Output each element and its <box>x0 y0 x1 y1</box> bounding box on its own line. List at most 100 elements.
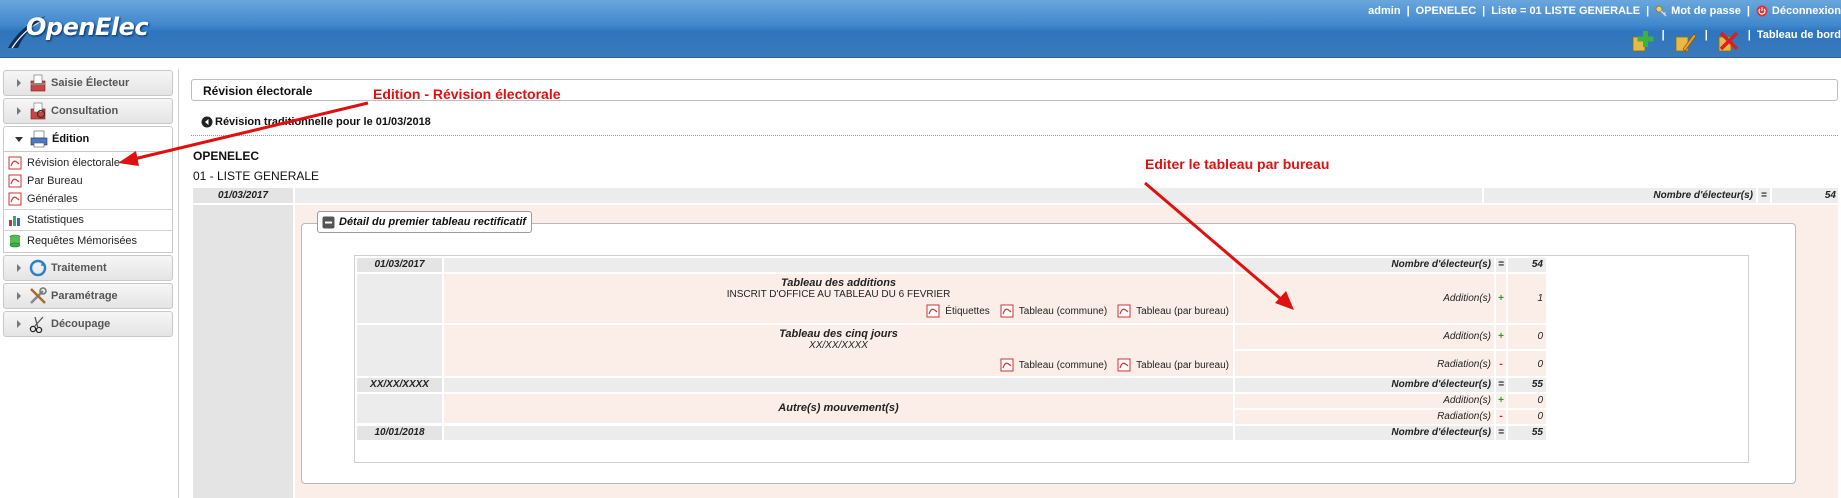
separator: | <box>1646 5 1650 17</box>
menu-traitement[interactable]: Traitement <box>3 255 173 281</box>
collapsed-arrow-icon <box>17 79 21 87</box>
row-value: 55 <box>1508 426 1546 440</box>
row-date: 10/01/2018 <box>357 426 442 440</box>
revision-table: 01/03/2017 Nombre d'électeur(s) = 54 Tab… <box>354 255 1749 463</box>
delete-elector-button[interactable] <box>1714 27 1742 55</box>
link-label: Tableau (par bureau) <box>1136 359 1229 371</box>
submenu-par-bureau[interactable]: Par Bureau <box>4 172 172 190</box>
row-date: 01/03/2017 <box>357 258 442 272</box>
link-label: Tableau (commune) <box>1018 359 1108 371</box>
separator: | <box>1704 29 1708 41</box>
collapse-icon <box>322 216 335 228</box>
tools-icon <box>30 287 47 304</box>
submenu-generales[interactable]: Générales <box>4 190 172 208</box>
pdf-icon <box>8 174 22 188</box>
submenu-label: Requêtes Mémorisées <box>27 235 138 247</box>
logout-link[interactable]: Déconnexion <box>1756 5 1841 17</box>
liste-indicator[interactable]: Liste = 01 LISTE GENERALE <box>1491 5 1640 17</box>
additions-sign: + <box>1496 274 1506 323</box>
menu-edition[interactable]: Édition <box>3 126 173 152</box>
menu-label: Paramétrage <box>51 290 118 302</box>
submenu-divider <box>4 209 172 210</box>
left-column <box>193 205 293 498</box>
fieldset-legend: Détail du premier tableau rectificatif <box>339 216 527 228</box>
submenu-requetes-memorisees[interactable]: Requêtes Mémorisées <box>4 232 172 250</box>
submenu-statistiques[interactable]: Statistiques <box>4 211 172 229</box>
menu-label: Consultation <box>51 105 119 117</box>
summary-row: 01/03/2017 Nombre d'électeur(s) = 54 <box>193 188 1838 203</box>
pdf-icon <box>1117 358 1131 372</box>
link-label: Tableau (par bureau) <box>1136 305 1229 317</box>
additions-links: Étiquettes Tableau (commune) Tableau (pa… <box>916 304 1229 318</box>
menu-saisie-electeur[interactable]: Saisie Électeur <box>3 70 173 96</box>
ballot-box-icon <box>30 102 46 120</box>
dotted-divider <box>191 135 1838 136</box>
menu-decoupage[interactable]: Découpage <box>3 311 173 337</box>
row-eq: = <box>1496 378 1506 392</box>
pdf-icon <box>926 304 940 318</box>
openelec-logo[interactable]: OpenElec <box>6 6 149 50</box>
additions-block: Tableau des additions INSCRIT D'OFFICE A… <box>444 274 1233 323</box>
pdf-icon <box>1000 304 1014 318</box>
autres-title: Autre(s) mouvement(s) <box>444 394 1233 423</box>
remove-user-icon <box>1718 31 1739 52</box>
tableau-commune-link[interactable]: Tableau (commune) <box>1000 358 1107 372</box>
summary-value: 54 <box>1772 188 1838 203</box>
password-link[interactable]: Mot de passe <box>1655 5 1741 17</box>
password-link-label: Mot de passe <box>1671 4 1741 17</box>
tableau-par-bureau-link[interactable]: Tableau (par bureau) <box>1117 358 1229 372</box>
pdf-icon <box>8 192 22 206</box>
separator: | <box>1406 5 1410 17</box>
cinq-jours-rad-sign: - <box>1496 351 1506 376</box>
edit-user-icon <box>1675 33 1697 52</box>
printer-icon <box>30 130 48 148</box>
expanded-arrow-icon <box>15 136 23 142</box>
row-value: 55 <box>1508 378 1546 392</box>
submenu-label: Par Bureau <box>27 175 83 187</box>
pdf-icon <box>1117 304 1131 318</box>
row-date-empty <box>357 274 442 323</box>
modify-elector-button[interactable] <box>1671 27 1699 55</box>
fieldset-toggle[interactable]: Détail du premier tableau rectificatif <box>317 211 533 233</box>
collapsed-arrow-icon <box>17 292 21 300</box>
collectivite-heading: OPENELEC <box>193 149 260 163</box>
back-link[interactable]: Révision traditionnelle pour le 01/03/20… <box>201 116 431 128</box>
cinq-jours-rad-label: Radiation(s) <box>1235 351 1494 376</box>
dashboard-link[interactable]: Tableau de bord <box>1757 29 1841 41</box>
annotation-edition-revision: Edition - Révision électorale <box>373 86 561 102</box>
cinq-jours-rad-value: 0 <box>1508 351 1546 376</box>
row-label: Nombre d'électeur(s) <box>1235 426 1494 440</box>
pdf-icon <box>8 156 22 170</box>
main-content: Révision électorale Révision traditionne… <box>178 69 1841 498</box>
row-eq: = <box>1496 426 1506 440</box>
summary-date: 01/03/2017 <box>193 188 293 203</box>
logo-text: OpenElec <box>26 13 149 41</box>
cinq-jours-add-label: Addition(s) <box>1235 325 1494 349</box>
row-date-empty <box>357 394 442 423</box>
menu-label: Saisie Électeur <box>51 77 130 89</box>
submenu-revision-electorale[interactable]: Révision électorale <box>4 154 172 172</box>
key-icon <box>1655 5 1667 17</box>
query-icon <box>9 234 21 248</box>
add-elector-button[interactable] <box>1628 27 1656 55</box>
tableau-par-bureau-link[interactable]: Tableau (par bureau) <box>1117 304 1229 318</box>
stats-icon <box>9 216 20 226</box>
menu-label: Découpage <box>51 318 111 330</box>
autres-add-label: Addition(s) <box>1235 394 1494 408</box>
autres-rad-label: Radiation(s) <box>1235 410 1494 424</box>
menu-parametrage[interactable]: Paramétrage <box>3 283 173 309</box>
additions-value: 1 <box>1508 274 1546 323</box>
submenu-label: Statistiques <box>27 214 84 226</box>
submenu-label: Générales <box>27 193 78 205</box>
summary-spacer <box>295 188 1482 203</box>
tableau-commune-link[interactable]: Tableau (commune) <box>1000 304 1107 318</box>
menu-consultation[interactable]: Consultation <box>3 98 173 124</box>
etiquettes-link[interactable]: Étiquettes <box>926 304 990 318</box>
annotation-edit-par-bureau: Editer le tableau par bureau <box>1145 156 1330 172</box>
additions-title: Tableau des additions <box>780 277 897 289</box>
back-arrow-icon <box>201 116 213 128</box>
cinq-jours-subtitle: XX/XX/XXXX <box>809 340 868 351</box>
scissors-icon <box>29 316 44 333</box>
additions-subtitle: INSCRIT D'OFFICE AU TABLEAU DU 6 FEVRIER <box>726 289 951 300</box>
autres-add-value: 0 <box>1508 394 1546 408</box>
